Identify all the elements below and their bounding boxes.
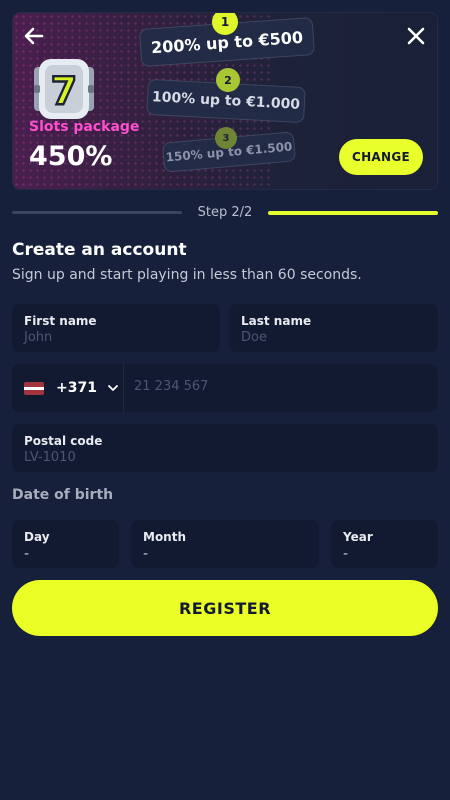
package-label: Slots package [29,119,140,135]
slot-machine-icon: 7 [34,59,94,119]
last-name-field[interactable]: Last name Doe [229,304,438,352]
year-select[interactable]: Year - [331,520,438,568]
month-label: Month [143,530,187,544]
step-1-bar [12,211,182,214]
year-label: Year [343,530,373,544]
chevron-down-icon [108,385,118,391]
first-name-input[interactable]: John [24,330,52,345]
step-2-bar [268,211,438,215]
day-value: - [24,546,30,562]
phone-input[interactable]: 21 234 567 [134,379,208,394]
page-subtitle: Sign up and start playing in less than 6… [12,267,362,283]
dial-code: +371 [56,380,97,396]
month-value: - [143,546,149,562]
month-select[interactable]: Month - [131,520,319,568]
last-name-input[interactable]: Doe [241,330,267,345]
day-label: Day [24,530,50,544]
phone-field[interactable]: +371 21 234 567 [12,364,438,412]
tier-badge-2: 2 [216,68,240,92]
latvia-flag-icon [24,381,44,395]
step-indicator: Step 2/2 [197,205,253,220]
page-title: Create an account [12,240,187,260]
slot-symbol: 7 [51,69,77,113]
year-value: - [343,546,349,562]
arrow-left-icon[interactable] [21,23,47,49]
first-name-label: First name [24,314,97,328]
package-value: 450% [29,141,113,172]
country-code-select[interactable]: +371 [12,364,124,412]
first-name-field[interactable]: First name John [12,304,220,352]
close-icon[interactable] [403,23,429,49]
postal-code-field[interactable]: Postal code LV-1010 [12,424,438,472]
last-name-label: Last name [241,314,312,328]
postal-code-input[interactable]: LV-1010 [24,450,76,465]
change-package-button[interactable]: CHANGE [339,139,423,175]
postal-code-label: Postal code [24,434,103,448]
register-button[interactable]: REGISTER [12,580,438,636]
date-of-birth-label: Date of birth [12,487,114,503]
tier-badge-3: 3 [215,127,237,149]
day-select[interactable]: Day - [12,520,119,568]
promo-card: 7 Slots package 450% 200% up to €500 100… [12,12,438,190]
